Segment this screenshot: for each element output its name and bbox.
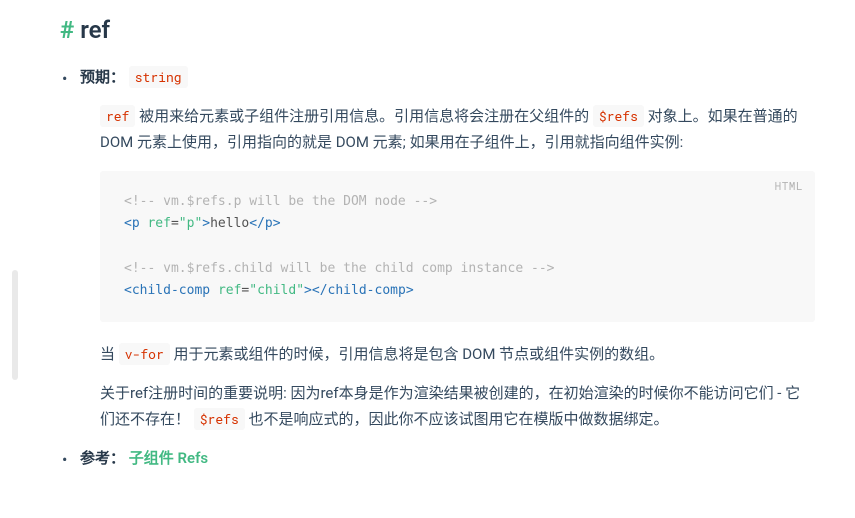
expected-type-item: 预期： string ref 被用来给元素或子组件注册引用信息。引用信息将会注册… bbox=[60, 65, 815, 432]
inline-code-refs-2: $refs bbox=[194, 408, 245, 430]
see-also-item: 参考： 子组件 Refs bbox=[60, 446, 815, 472]
inline-code-refs: $refs bbox=[593, 105, 644, 127]
title-text: ref bbox=[80, 16, 110, 44]
expected-label: 预期： bbox=[80, 68, 125, 86]
see-also-link[interactable]: 子组件 Refs bbox=[129, 449, 208, 467]
description-2: 当 v-for 用于元素或组件的时候，引用信息将是包含 DOM 节点或组件实例的… bbox=[100, 342, 815, 368]
code-example: HTML <!-- vm.$refs.p will be the DOM nod… bbox=[100, 171, 815, 321]
code-pre: <!-- vm.$refs.p will be the DOM node -->… bbox=[124, 191, 791, 301]
inline-code-vfor: v-for bbox=[119, 343, 170, 365]
code-lang-badge: HTML bbox=[775, 177, 803, 196]
scrollbar-hint bbox=[12, 270, 18, 380]
description-1: ref 被用来给元素或子组件注册引用信息。引用信息将会注册在父组件的 $refs… bbox=[100, 104, 815, 155]
description-3: 关于ref注册时间的重要说明: 因为ref本身是作为渲染结果被创建的，在初始渲染… bbox=[100, 381, 815, 432]
expected-type-code: string bbox=[129, 66, 188, 88]
page-title: # ref bbox=[60, 10, 815, 65]
hash-anchor: # bbox=[60, 16, 74, 44]
see-also-label: 参考： bbox=[80, 449, 125, 467]
inline-code-ref: ref bbox=[100, 105, 135, 127]
